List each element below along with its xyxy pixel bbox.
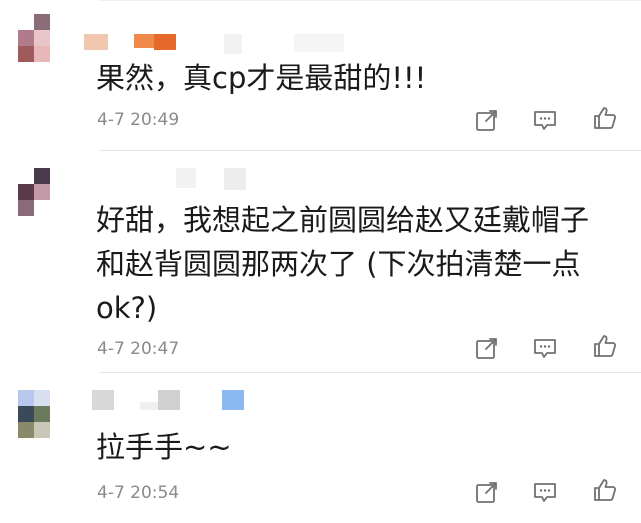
avatar-pixel [34,46,50,62]
comment-time: 4-7 20:47 [97,339,180,359]
like-icon[interactable] [592,477,618,503]
comment-time: 4-7 20:49 [97,110,180,130]
comment-icon[interactable] [532,479,558,505]
share-icon[interactable] [474,107,500,133]
avatar-pixel [34,422,50,438]
username-mosaic-block [224,168,246,190]
avatar-pixel [50,184,66,200]
avatar-pixel [34,390,50,406]
avatar-pixel [34,30,50,46]
avatar-pixel [34,14,50,30]
avatar[interactable] [18,14,66,62]
avatar-pixel [18,390,34,406]
username-mosaic-block [294,34,344,52]
comment-text: 好甜，我想起之前圆圆给赵又廷戴帽子和赵背圆圆那两次了 (下次拍清楚一点ok?) [96,203,590,325]
comment-list: 果然，真cp才是最甜的!!! 4-7 20:49 好甜，我想起之前圆圆给赵又廷戴… [0,0,641,523]
avatar-pixel [18,422,34,438]
avatar-pixel [50,390,66,406]
avatar-pixel [18,46,34,62]
avatar-pixel [50,168,66,184]
username[interactable] [84,34,344,54]
username-mosaic-block [224,34,242,54]
like-icon[interactable] [592,105,618,131]
avatar[interactable] [18,168,66,216]
username-mosaic-block [84,34,108,50]
comment-text: 果然，真cp才是最甜的!!! [96,61,427,95]
avatar-pixel [34,184,50,200]
comment-item: 拉手手~~ 4-7 20:54 [0,372,641,523]
avatar-pixel [34,200,50,216]
comment-item: 果然，真cp才是最甜的!!! 4-7 20:49 [0,0,641,151]
avatar-pixel [34,406,50,422]
username-mosaic-block [176,168,196,188]
avatar-pixel [18,200,34,216]
username-mosaic-block [140,402,160,410]
comment-icon[interactable] [532,335,558,361]
avatar-pixel [50,30,66,46]
avatar-pixel [50,14,66,30]
avatar-pixel [50,422,66,438]
avatar-pixel [50,46,66,62]
comment-item: 好甜，我想起之前圆圆给赵又廷戴帽子和赵背圆圆那两次了 (下次拍清楚一点ok?) … [0,150,641,373]
avatar-pixel [34,168,50,184]
username-mosaic-block [134,34,154,48]
share-icon[interactable] [474,335,500,361]
comment-text: 拉手手~~ [96,430,232,464]
username-mosaic-block [92,390,114,410]
avatar[interactable] [18,390,66,438]
username-mosaic-block [158,390,180,410]
avatar-pixel [18,184,34,200]
share-icon[interactable] [474,479,500,505]
avatar-pixel [50,200,66,216]
avatar-pixel [18,168,34,184]
comment-icon[interactable] [532,107,558,133]
username-mosaic-block [154,34,176,50]
username-mosaic-block [222,390,244,410]
avatar-pixel [50,406,66,422]
avatar-pixel [18,14,34,30]
username[interactable] [84,390,264,410]
like-icon[interactable] [592,333,618,359]
comment-time: 4-7 20:54 [97,483,180,503]
avatar-pixel [18,30,34,46]
username[interactable] [84,168,284,190]
avatar-pixel [18,406,34,422]
